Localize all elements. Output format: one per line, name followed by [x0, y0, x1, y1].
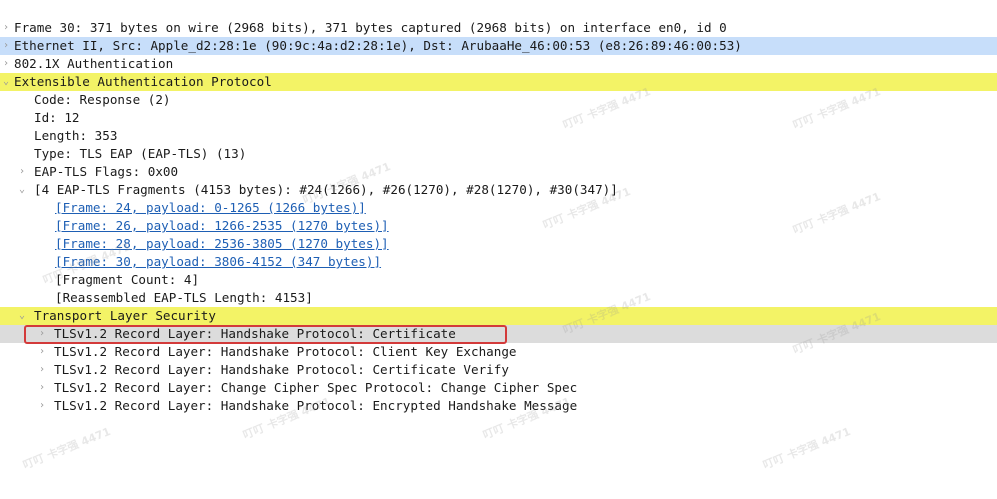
chevron-right-icon[interactable]: › — [37, 343, 47, 361]
chevron-right-icon[interactable]: › — [1, 55, 11, 73]
tree-row-label: TLSv1.2 Record Layer: Change Cipher Spec… — [54, 380, 578, 395]
tree-row-label: [Fragment Count: 4] — [55, 272, 200, 287]
tree-row-label: TLSv1.2 Record Layer: Handshake Protocol… — [54, 398, 578, 413]
tree-row-frame[interactable]: › Frame 30: 371 bytes on wire (2968 bits… — [0, 19, 997, 37]
tree-row-label: Code: Response (2) — [34, 92, 171, 107]
tree-row-label: Type: TLS EAP (EAP-TLS) (13) — [34, 146, 247, 161]
tree-row-tls[interactable]: ⌄ Transport Layer Security — [0, 307, 997, 325]
watermark: 叮叮 卡字强 4471 — [21, 424, 113, 472]
tree-row-tls-record[interactable]: › TLSv1.2 Record Layer: Handshake Protoc… — [0, 361, 997, 379]
tree-row-fragment-link[interactable]: [Frame: 30, payload: 3806-4152 (347 byte… — [0, 253, 997, 271]
tree-row-label: Ethernet II, Src: Apple_d2:28:1e (90:9c:… — [14, 38, 742, 53]
tree-row-label: TLSv1.2 Record Layer: Handshake Protocol… — [54, 326, 456, 341]
chevron-right-icon[interactable]: › — [1, 19, 11, 37]
packet-details-tree: › Frame 30: 371 bytes on wire (2968 bits… — [0, 19, 997, 415]
fragment-frame-link[interactable]: [Frame: 30, payload: 3806-4152 (347 byte… — [55, 253, 381, 271]
tree-row-label: [Reassembled EAP-TLS Length: 4153] — [55, 290, 313, 305]
tree-row-tls-record-selected[interactable]: › TLSv1.2 Record Layer: Handshake Protoc… — [0, 325, 997, 344]
chevron-right-icon[interactable]: › — [37, 379, 47, 397]
tree-row-label: TLSv1.2 Record Layer: Handshake Protocol… — [54, 362, 509, 377]
tree-row-label: TLSv1.2 Record Layer: Handshake Protocol… — [54, 344, 517, 359]
fragment-frame-link[interactable]: [Frame: 26, payload: 1266-2535 (1270 byt… — [55, 217, 389, 235]
tree-row-eap-tls-fragments[interactable]: ⌄ [4 EAP-TLS Fragments (4153 bytes): #24… — [0, 181, 997, 199]
tree-row-ethernet[interactable]: › Ethernet II, Src: Apple_d2:28:1e (90:9… — [0, 37, 997, 55]
tree-row-label: Id: 12 — [34, 110, 80, 125]
window-top-strip — [0, 0, 997, 17]
tree-row-tls-record[interactable]: › TLSv1.2 Record Layer: Handshake Protoc… — [0, 397, 997, 415]
tree-row-label: Length: 353 — [34, 128, 118, 143]
chevron-right-icon[interactable]: › — [37, 361, 47, 379]
tree-row-label: Frame 30: 371 bytes on wire (2968 bits),… — [14, 20, 727, 35]
fragment-frame-link[interactable]: [Frame: 24, payload: 0-1265 (1266 bytes)… — [55, 199, 366, 217]
chevron-down-icon[interactable]: ⌄ — [17, 181, 27, 199]
watermark: 叮叮 卡字强 4471 — [761, 424, 853, 472]
tree-row-fragment-link[interactable]: [Frame: 26, payload: 1266-2535 (1270 byt… — [0, 217, 997, 235]
tree-row-fragment-link[interactable]: [Frame: 24, payload: 0-1265 (1266 bytes)… — [0, 199, 997, 217]
chevron-down-icon[interactable]: ⌄ — [1, 73, 11, 91]
tree-row-label: 802.1X Authentication — [14, 56, 174, 71]
chevron-right-icon[interactable]: › — [17, 163, 27, 181]
chevron-down-icon[interactable]: ⌄ — [17, 307, 27, 325]
tree-row-eap[interactable]: ⌄ Extensible Authentication Protocol — [0, 73, 997, 91]
fragment-frame-link[interactable]: [Frame: 28, payload: 2536-3805 (1270 byt… — [55, 235, 389, 253]
tree-row-tls-record[interactable]: › TLSv1.2 Record Layer: Change Cipher Sp… — [0, 379, 997, 397]
tree-row-label: Extensible Authentication Protocol — [14, 74, 272, 89]
tree-row-802-1x[interactable]: › 802.1X Authentication — [0, 55, 997, 73]
chevron-right-icon[interactable]: › — [1, 37, 11, 55]
tree-row-tls-record[interactable]: › TLSv1.2 Record Layer: Handshake Protoc… — [0, 343, 997, 361]
tree-row-eap-tls-flags[interactable]: › EAP-TLS Flags: 0x00 — [0, 163, 997, 181]
tree-row-eap-id[interactable]: Id: 12 — [0, 109, 997, 127]
tree-row-label: [4 EAP-TLS Fragments (4153 bytes): #24(1… — [34, 182, 618, 197]
pane-bottom-edge — [0, 493, 997, 499]
tree-row-fragment-link[interactable]: [Frame: 28, payload: 2536-3805 (1270 byt… — [0, 235, 997, 253]
tree-row-reassembled-length[interactable]: [Reassembled EAP-TLS Length: 4153] — [0, 289, 997, 307]
tree-row-fragment-count[interactable]: [Fragment Count: 4] — [0, 271, 997, 289]
tree-row-eap-code[interactable]: Code: Response (2) — [0, 91, 997, 109]
tree-row-label: EAP-TLS Flags: 0x00 — [34, 164, 179, 179]
tree-row-label: Transport Layer Security — [34, 308, 216, 323]
tree-row-eap-length[interactable]: Length: 353 — [0, 127, 997, 145]
chevron-right-icon[interactable]: › — [37, 397, 47, 415]
tree-row-eap-type[interactable]: Type: TLS EAP (EAP-TLS) (13) — [0, 145, 997, 163]
chevron-right-icon[interactable]: › — [37, 325, 47, 343]
